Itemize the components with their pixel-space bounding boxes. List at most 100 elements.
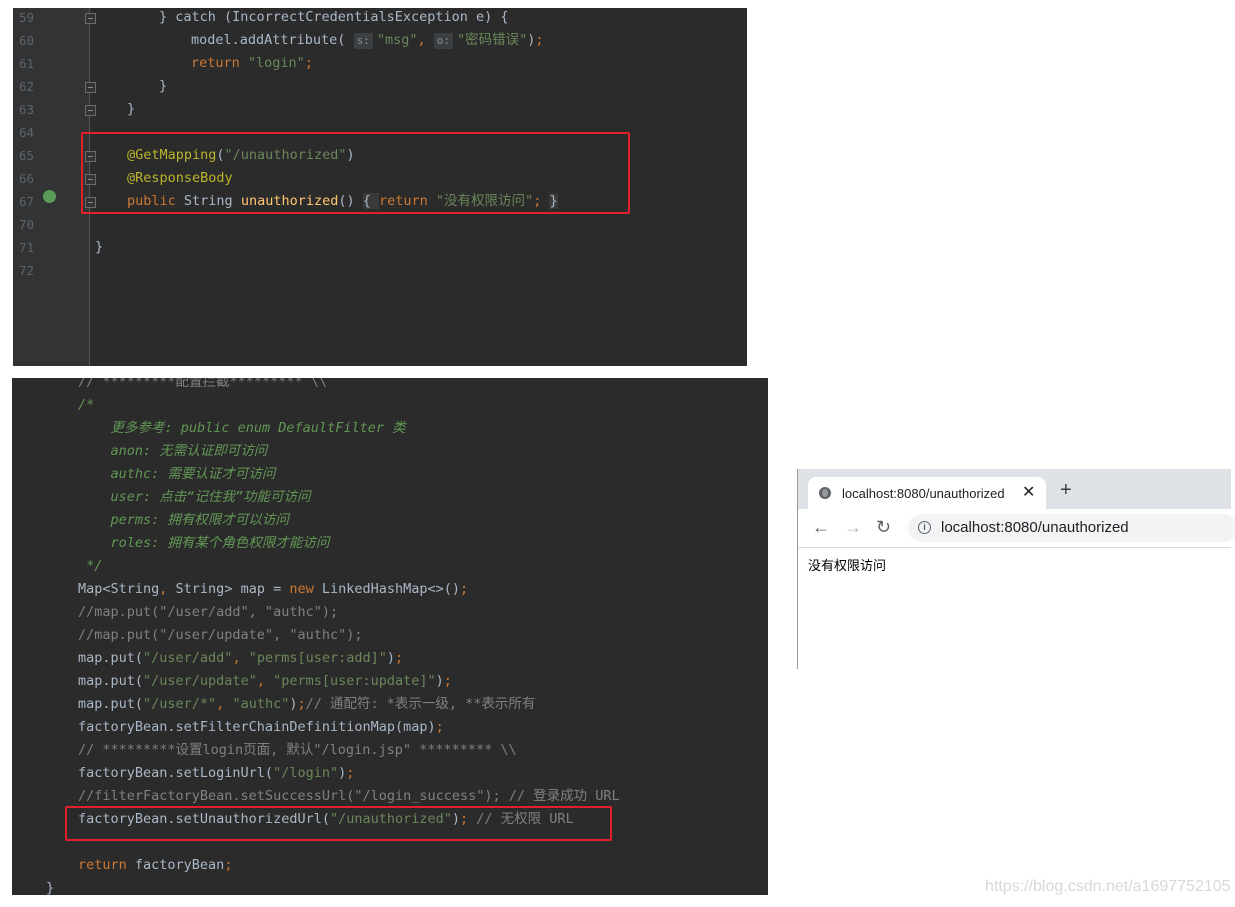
code-token: ;: [224, 857, 233, 873]
code-token: }: [46, 880, 55, 895]
line-number: 61: [19, 56, 35, 71]
page-body-text: 没有权限访问: [808, 559, 887, 574]
code-token: ,: [417, 32, 434, 48]
code-token: map.put(: [78, 650, 144, 666]
code-token: //map.put("/user/add", "authc");: [78, 604, 339, 620]
code-token: new: [289, 581, 322, 597]
code-line: //filterFactoryBean.setSuccessUrl("/logi…: [78, 785, 620, 808]
code-line: //map.put("/user/add", "authc");: [78, 601, 338, 624]
watermark: https://blog.csdn.net/a1697752105: [985, 878, 1231, 895]
line-number: 60: [19, 33, 35, 48]
line-number: 62: [19, 79, 35, 94]
code-line: // *********配置拦截********* \\: [78, 378, 327, 394]
code-token: 更多参考: public enum DefaultFilter 类: [78, 420, 406, 436]
code-token: anon: 无需认证即可访问: [78, 443, 268, 459]
new-tab-button[interactable]: +: [1060, 480, 1072, 500]
parameter-hint-chip: o:: [433, 33, 453, 49]
spring-bean-gutter-icon[interactable]: [43, 190, 56, 203]
code-token: "msg": [376, 32, 418, 48]
code-token: String> map =: [175, 581, 290, 597]
code-token: ,: [232, 650, 249, 666]
code-token: "perms[user:update]": [273, 673, 436, 689]
highlight-box-unauthorized-url: [65, 806, 612, 841]
code-token: }: [127, 101, 136, 117]
address-bar[interactable]: i localhost:8080/unauthorized: [908, 514, 1235, 542]
code-token: factoryBean: [134, 857, 225, 873]
code-token: ;: [443, 673, 452, 689]
parameter-hint-chip: s:: [353, 33, 373, 49]
highlight-box-mapping: [81, 132, 630, 214]
code-line: return factoryBean;: [78, 854, 232, 877]
line-number: 59: [19, 10, 35, 25]
code-line: map.put("/user/add", "perms[user:add]");: [78, 647, 403, 670]
line-number: 64: [19, 125, 35, 140]
code-line: /*: [78, 394, 94, 417]
address-bar-url[interactable]: localhost:8080/unauthorized: [941, 519, 1129, 536]
code-line: map.put("/user/*", "authc");// 通配符: *表示一…: [78, 693, 535, 716]
code-token: ;: [460, 581, 469, 597]
code-token: ): [289, 696, 298, 712]
line-number: 66: [19, 171, 35, 186]
code-token: // 通配符: *表示一级, **表示所有: [305, 696, 536, 712]
bottom-code-editor: // *********配置拦截********* \\ /* 更多参考: pub…: [12, 378, 768, 895]
info-icon[interactable]: i: [918, 521, 931, 534]
code-line: model.addAttribute( s: "msg", o: "密码错误");: [191, 29, 544, 52]
code-line: }: [95, 236, 103, 259]
code-token: "/login": [273, 765, 339, 781]
code-token: ,: [256, 673, 274, 689]
forward-arrow-icon[interactable]: →: [844, 517, 862, 537]
code-token: return: [191, 55, 248, 71]
code-line: }: [46, 877, 54, 895]
code-line: factoryBean.setFilterChainDefinitionMap(…: [78, 716, 444, 739]
tab-title: localhost:8080/unauthorized: [842, 486, 1005, 501]
back-arrow-icon[interactable]: ←: [812, 517, 830, 537]
code-token: roles: 拥有某个角色权限才能访问: [78, 535, 330, 551]
code-line: factoryBean.setLoginUrl("/login");: [78, 762, 354, 785]
tab-close-icon[interactable]: ✕: [1022, 482, 1035, 502]
code-line: anon: 无需认证即可访问: [78, 440, 268, 463]
code-token: map.put(: [78, 696, 144, 712]
code-token: "密码错误": [456, 32, 528, 48]
code-token: // *********设置login页面, 默认"/login.jsp" **…: [78, 742, 517, 758]
code-line: authc: 需要认证才可访问: [78, 463, 276, 486]
code-token: factoryBean.setFilterChainDefinitionMap(…: [78, 719, 436, 735]
tab-strip: localhost:8080/unauthorized ✕ +: [798, 469, 1231, 509]
code-token: factoryBean.setLoginUrl(: [78, 765, 274, 781]
code-line: perms: 拥有权限才可以访问: [78, 509, 289, 532]
code-line: // *********设置login页面, 默认"/login.jsp" **…: [78, 739, 517, 762]
code-token: return: [78, 857, 135, 873]
line-number: 65: [19, 148, 35, 163]
code-line: }: [159, 75, 167, 98]
fold-toggle-icon[interactable]: [85, 105, 96, 116]
code-token: ): [386, 650, 396, 666]
code-token: user: 点击“记住我”功能可访问: [78, 489, 311, 505]
code-token: model.addAttribute(: [191, 32, 354, 48]
code-token: "perms[user:add]": [248, 650, 387, 666]
code-token: Map<String: [78, 581, 160, 597]
code-token: map.put(: [78, 673, 144, 689]
code-token: }: [159, 78, 168, 94]
code-token: ;: [535, 32, 544, 48]
code-token: "authc": [232, 696, 290, 712]
reload-icon[interactable]: ↻: [876, 517, 891, 537]
code-token: ;: [395, 650, 404, 666]
browser-tab[interactable]: localhost:8080/unauthorized ✕: [808, 477, 1046, 509]
code-token: //filterFactoryBean.setSuccessUrl("/logi…: [78, 788, 620, 804]
code-token: "/user/update": [143, 673, 257, 689]
code-line: Map<String, String> map = new LinkedHash…: [78, 578, 468, 601]
fold-toggle-icon[interactable]: [85, 82, 96, 93]
code-token: "/user/*": [143, 696, 217, 712]
code-token: "login": [247, 55, 305, 71]
code-token: */: [78, 558, 103, 574]
code-line: }: [127, 98, 135, 121]
code-line: roles: 拥有某个角色权限才能访问: [78, 532, 330, 555]
code-line: } catch (IncorrectCredentialsException e…: [159, 8, 509, 29]
code-line: //map.put("/user/update", "authc");: [78, 624, 362, 647]
code-token: // *********配置拦截********* \\: [78, 378, 328, 390]
code-token: ,: [159, 581, 176, 597]
fold-toggle-icon[interactable]: [85, 13, 96, 24]
globe-icon: [819, 487, 831, 499]
code-token: ): [435, 673, 444, 689]
code-token: /*: [78, 397, 95, 413]
code-token: //map.put("/user/update", "authc");: [78, 627, 363, 643]
